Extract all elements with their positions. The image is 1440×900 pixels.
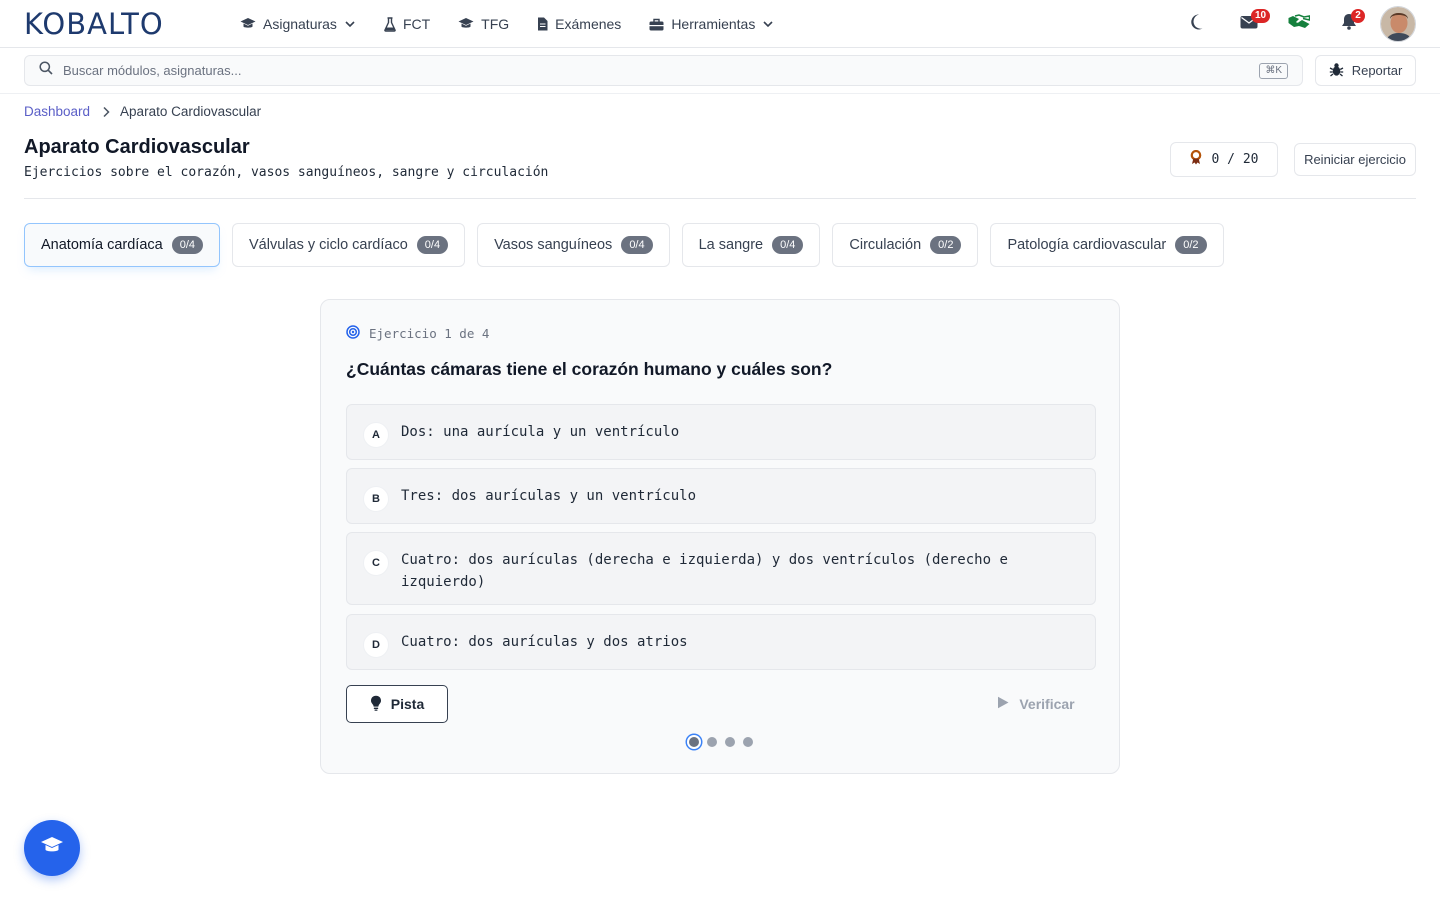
handshake-icon — [1288, 13, 1311, 35]
search-row: ⌘K Reportar — [0, 48, 1440, 94]
award-ribbon-icon — [1190, 149, 1202, 169]
tab-label: Vasos sanguíneos — [494, 237, 613, 253]
nav-item-fct[interactable]: FCT — [384, 16, 430, 32]
graduation-cap-icon — [458, 17, 474, 31]
answer-option-b[interactable]: B Tres: dos aurículas y un ventrículo — [346, 468, 1096, 524]
tab-anatomia-cardiaca[interactable]: Anatomía cardíaca 0/4 — [24, 223, 221, 267]
lightbulb-icon — [370, 695, 382, 714]
theme-toggle-button[interactable] — [1174, 0, 1224, 48]
tab-progress-badge: 0/2 — [1175, 236, 1207, 254]
flask-icon — [384, 16, 396, 32]
chevron-down-icon — [762, 18, 774, 30]
option-text: Cuatro: dos aurículas y dos atrios — [401, 634, 688, 650]
search-input[interactable] — [63, 63, 1213, 78]
chevron-down-icon — [344, 18, 356, 30]
nav-item-label: FCT — [402, 16, 431, 32]
floating-courses-button[interactable] — [24, 820, 80, 876]
exercise-step-indicator — [321, 737, 1121, 747]
document-icon — [537, 17, 548, 31]
main-nav: Asignaturas FCT TFG Exámenes Herramienta… — [240, 0, 802, 48]
nav-item-label: Exámenes — [555, 16, 622, 32]
tab-progress-badge: 0/4 — [621, 236, 653, 254]
messages-button[interactable]: 10 — [1224, 0, 1274, 48]
search-shortcut-hint: ⌘K — [1259, 63, 1288, 79]
verify-button-label: Verificar — [1019, 696, 1075, 712]
graduation-cap-icon — [240, 17, 256, 31]
toolbox-icon — [649, 18, 664, 31]
tab-valvulas-ciclo-cardiaco[interactable]: Válvulas y ciclo cardíaco 0/4 — [232, 223, 466, 267]
tab-label: La sangre — [698, 237, 764, 253]
option-text: Dos: una aurícula y un ventrículo — [401, 424, 680, 440]
tab-la-sangre[interactable]: La sangre 0/4 — [681, 223, 821, 267]
nav-item-label: Asignaturas — [263, 16, 337, 32]
answer-option-d[interactable]: D Cuatro: dos aurículas y dos atrios — [346, 614, 1096, 670]
tab-label: Patología cardiovascular — [1007, 237, 1167, 253]
hint-button-label: Pista — [390, 696, 425, 712]
tab-progress-badge: 0/4 — [772, 236, 804, 254]
nav-item-examenes[interactable]: Exámenes — [537, 16, 621, 32]
target-icon — [346, 325, 360, 342]
option-letter: C — [363, 550, 389, 576]
chevron-right-icon — [102, 106, 110, 118]
bug-icon — [1329, 62, 1344, 80]
moon-icon — [1190, 13, 1208, 36]
tab-progress-badge: 0/4 — [171, 236, 204, 254]
nav-item-tfg[interactable]: TFG — [458, 16, 509, 32]
report-button-label: Reportar — [1351, 63, 1403, 78]
question-text: ¿Cuántas cámaras tiene el corazón humano… — [346, 359, 833, 379]
option-letter: A — [363, 422, 389, 448]
step-dot-3[interactable] — [725, 737, 735, 747]
exercise-progress-label: Ejercicio 1 de 4 — [346, 325, 489, 342]
tab-label: Válvulas y ciclo cardíaco — [249, 237, 408, 253]
nav-item-label: TFG — [481, 16, 510, 32]
messages-badge: 10 — [1251, 9, 1271, 23]
community-button[interactable] — [1274, 0, 1324, 48]
page-subtitle: Ejercicios sobre el corazón, vasos sangu… — [24, 165, 549, 180]
page-title: Aparato Cardiovascular — [24, 136, 250, 158]
navbar-actions: 10 2 — [1174, 0, 1416, 48]
exercise-progress-text: Ejercicio 1 de 4 — [369, 326, 490, 341]
tab-label: Circulación — [849, 237, 922, 253]
tab-progress-badge: 0/4 — [416, 236, 449, 254]
step-dot-4[interactable] — [743, 737, 753, 747]
user-avatar[interactable] — [1380, 6, 1416, 42]
nav-item-label: Herramientas — [671, 16, 756, 32]
nav-item-asignaturas[interactable]: Asignaturas — [240, 16, 356, 32]
answer-option-c[interactable]: C Cuatro: dos aurículas (derecha e izqui… — [346, 532, 1096, 605]
option-letter: D — [363, 632, 389, 658]
notifications-badge: 2 — [1351, 9, 1365, 23]
search-icon — [39, 61, 53, 80]
answer-option-a[interactable]: A Dos: una aurícula y un ventrículo — [346, 404, 1096, 460]
exercise-card: Ejercicio 1 de 4 ¿Cuántas cámaras tiene … — [320, 299, 1120, 774]
notifications-button[interactable]: 2 — [1324, 0, 1374, 48]
option-text: Tres: dos aurículas y un ventrículo — [401, 488, 697, 504]
step-dot-2[interactable] — [707, 737, 717, 747]
nav-item-herramientas[interactable]: Herramientas — [649, 16, 774, 32]
tab-patologia-cardiovascular[interactable]: Patología cardiovascular 0/2 — [990, 223, 1224, 267]
kobalto-logo[interactable]: KOBALTO — [24, 8, 164, 40]
play-icon — [997, 696, 1009, 712]
verify-button[interactable]: Verificar — [981, 685, 1091, 723]
tab-progress-badge: 0/2 — [930, 236, 962, 254]
tab-label: Anatomía cardíaca — [41, 237, 163, 253]
hint-button[interactable]: Pista — [346, 685, 448, 723]
step-dot-1[interactable] — [689, 737, 699, 747]
graduation-cap-icon — [40, 836, 64, 861]
topic-tabs: Anatomía cardíaca 0/4 Válvulas y ciclo c… — [24, 223, 1224, 267]
reset-exercise-button[interactable]: Reiniciar ejercicio — [1294, 143, 1416, 176]
tab-vasos-sanguineos[interactable]: Vasos sanguíneos 0/4 — [477, 223, 670, 267]
option-text: Cuatro: dos aurículas (derecha e izquier… — [401, 552, 1008, 590]
top-navbar: KOBALTO Asignaturas FCT TFG Exámenes Her… — [0, 0, 1440, 48]
score-value: 0 / 20 — [1211, 152, 1259, 167]
tab-circulacion[interactable]: Circulación 0/2 — [832, 223, 979, 267]
breadcrumb-dashboard-link[interactable]: Dashboard — [24, 104, 90, 119]
search-bar[interactable]: ⌘K — [24, 55, 1303, 86]
breadcrumb: Dashboard Aparato Cardiovascular — [24, 104, 261, 119]
score-display: 0 / 20 — [1170, 142, 1278, 177]
header-divider — [24, 198, 1416, 199]
breadcrumb-current: Aparato Cardiovascular — [120, 104, 262, 119]
report-button[interactable]: Reportar — [1315, 55, 1416, 86]
option-letter: B — [363, 486, 389, 512]
